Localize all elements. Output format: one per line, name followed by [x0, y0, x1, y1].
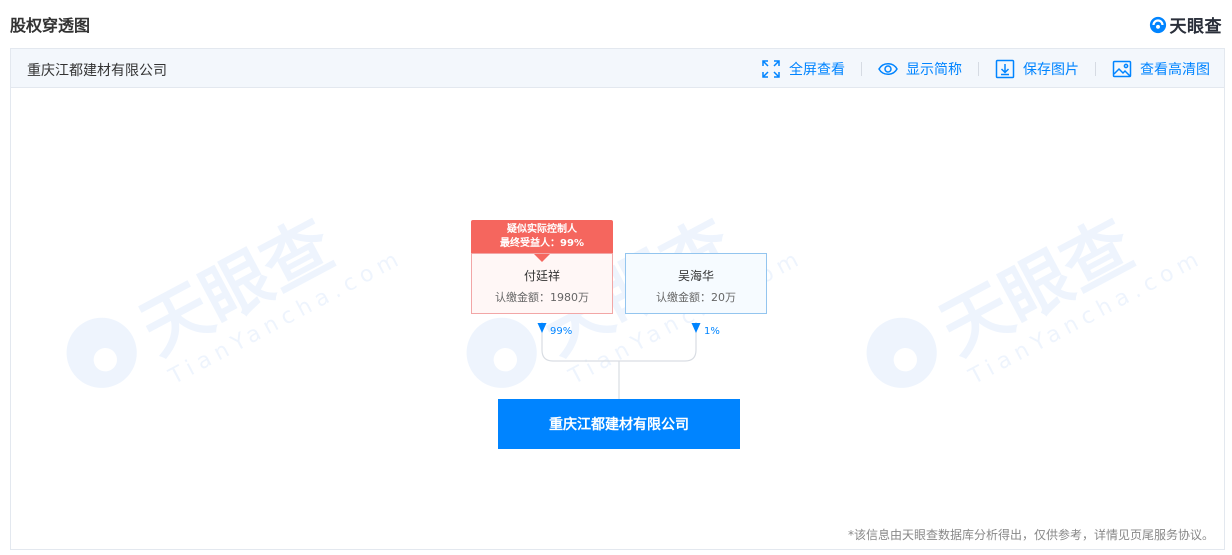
page-header: 股权穿透图 天眼查 [0, 0, 1232, 48]
view-hd-button[interactable]: 查看高清图 [1112, 59, 1210, 79]
arrow-down-icon [691, 323, 701, 333]
page-title: 股权穿透图 [10, 16, 91, 35]
shareholder-name: 吴海华 [677, 269, 714, 283]
shareholder-amount: 认缴金额：1980万 [495, 291, 589, 304]
fullscreen-icon [762, 59, 780, 78]
brand-name: 天眼查 [1169, 17, 1222, 37]
arrow-down-icon [537, 323, 547, 333]
shareholder-card[interactable]: 付廷祥 认缴金额：1980万 [471, 253, 613, 314]
company-name: 重庆江都建材有限公司 [27, 63, 167, 79]
equity-chart-canvas[interactable]: 天眼查 TianYancha.com 天眼查 TianYancha.com 天眼… [11, 88, 1224, 549]
fullscreen-button[interactable]: 全屏查看 [761, 59, 845, 79]
toolbar-actions: 全屏查看 显示简称 保存图片 查看高清图 [761, 49, 1210, 88]
share-percent: 99% [550, 326, 573, 337]
fullscreen-label: 全屏查看 [789, 61, 845, 78]
image-icon [1112, 60, 1132, 77]
eye-icon [878, 62, 898, 75]
shareholder-amount: 认缴金额：20万 [656, 291, 736, 304]
save-image-label: 保存图片 [1023, 61, 1079, 78]
controller-tag-line2: 最终受益人：99% [500, 238, 584, 249]
view-hd-label: 查看高清图 [1140, 61, 1210, 78]
toolbar-divider [1095, 61, 1096, 76]
download-icon [995, 59, 1015, 78]
save-image-button[interactable]: 保存图片 [995, 59, 1079, 79]
show-abbreviation-button[interactable]: 显示简称 [878, 59, 962, 79]
actual-controller-tag: 疑似实际控制人 最终受益人：99% [471, 220, 613, 254]
brand-icon [1149, 16, 1166, 33]
disclaimer-footnote: *该信息由天眼查数据库分析得出，仅供参考，详情见页尾服务协议。 [847, 528, 1214, 542]
toolbar-divider [978, 61, 979, 76]
share-percent: 1% [704, 326, 720, 337]
toolbar-divider [861, 61, 862, 76]
show-abbreviation-label: 显示简称 [906, 61, 962, 78]
equity-panel: 重庆江都建材有限公司 全屏查看 显示简称 保存图片 查看高清图 天眼查 Tian… [10, 48, 1225, 550]
shareholder-card[interactable]: 吴海华 认缴金额：20万 [625, 253, 767, 314]
controller-tag-line1: 疑似实际控制人 [507, 224, 577, 235]
controller-tag-pointer [534, 254, 550, 262]
target-company-node[interactable]: 重庆江都建材有限公司 [498, 399, 740, 449]
brand-logo[interactable]: 天眼查 [1149, 12, 1223, 37]
connector-lines [537, 322, 701, 399]
toolbar: 重庆江都建材有限公司 全屏查看 显示简称 保存图片 查看高清图 [11, 49, 1224, 88]
shareholder-name: 付廷祥 [523, 269, 560, 283]
